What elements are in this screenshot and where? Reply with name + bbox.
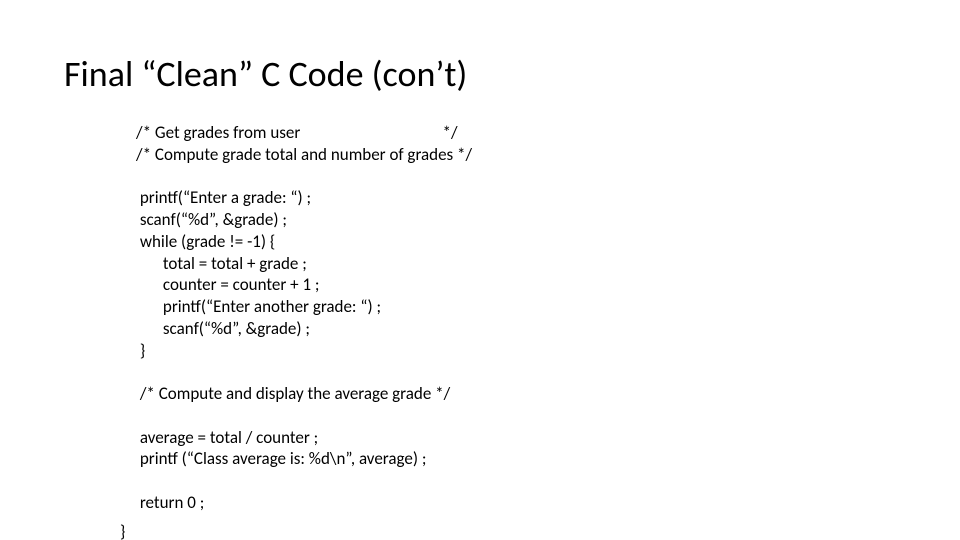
code-block: /* Get grades from user */ /* Compute gr… — [136, 122, 472, 514]
slide-title: Final “Clean” C Code (con’t) — [64, 52, 467, 96]
slide: Final “Clean” C Code (con’t) /* Get grad… — [0, 0, 960, 540]
closing-brace: } — [120, 521, 125, 540]
